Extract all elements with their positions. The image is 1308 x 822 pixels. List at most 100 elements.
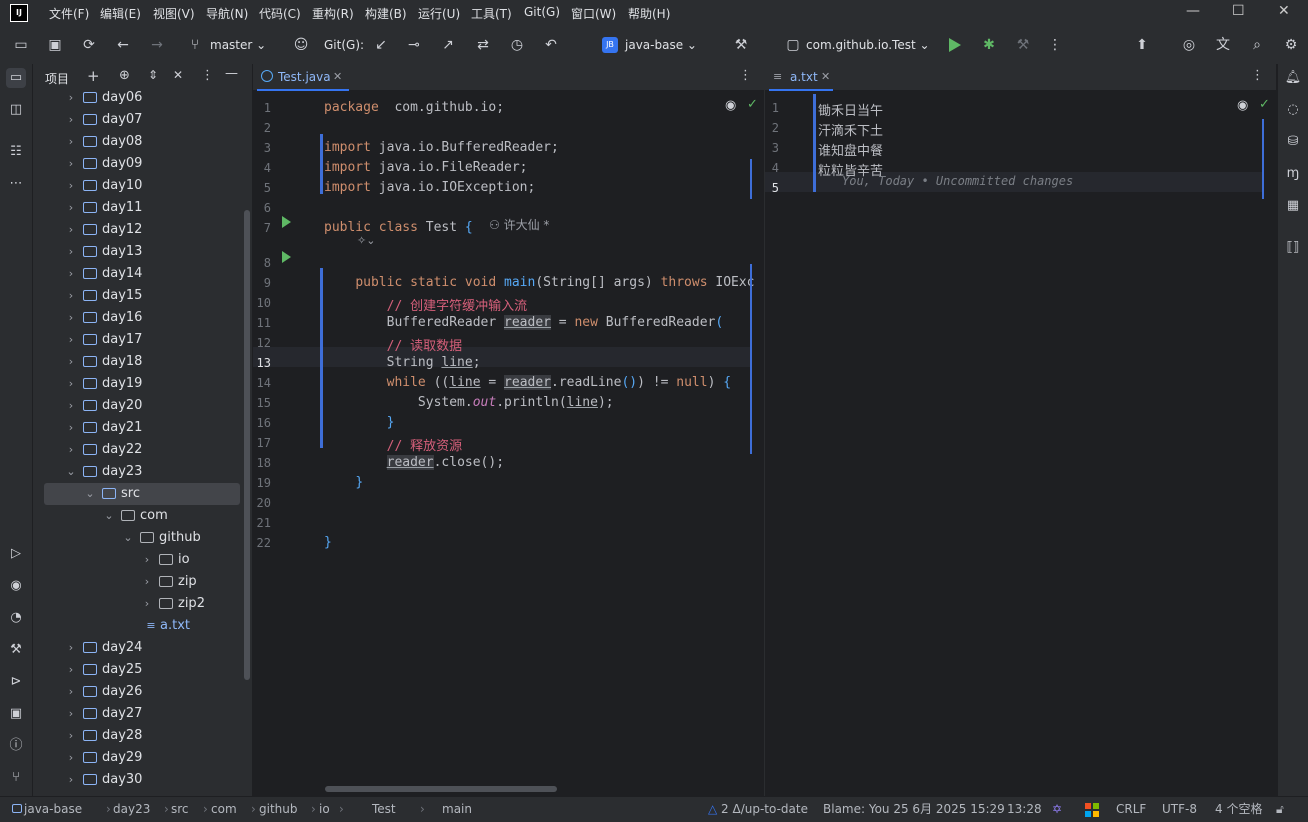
debug-icon[interactable]: ✱ (980, 36, 998, 54)
git-update-icon[interactable]: ↙ (372, 36, 390, 54)
tree-item[interactable]: › day30 (33, 769, 243, 791)
minimize-icon[interactable]: — (1186, 3, 1200, 19)
menu-item[interactable]: 构建(B) (365, 5, 407, 22)
run-icon[interactable] (949, 38, 961, 52)
rollback-icon[interactable]: ↶ (542, 36, 560, 54)
tab-test-java[interactable]: Test.java ✕ (257, 64, 349, 91)
tree-item[interactable]: › io (33, 549, 243, 571)
chevron-right-icon[interactable]: › (66, 769, 76, 791)
menu-item[interactable]: 视图(V) (153, 5, 195, 22)
chevron-right-icon[interactable]: › (66, 219, 76, 241)
breadcrumb-item[interactable]: github (259, 797, 297, 822)
caret-position[interactable]: 13:28 (1007, 797, 1042, 822)
menu-item[interactable]: 帮助(H) (628, 5, 670, 22)
tree-item[interactable]: › day15 (33, 285, 243, 307)
tree-item[interactable]: › day28 (33, 725, 243, 747)
notifications-icon[interactable]: 🔔︎ (1283, 68, 1303, 88)
forward-icon[interactable]: → (148, 36, 166, 54)
chevron-right-icon[interactable]: › (142, 571, 152, 593)
tree-item[interactable]: › day11 (33, 197, 243, 219)
tree-item[interactable]: › day12 (33, 219, 243, 241)
maximize-icon[interactable]: ☐ (1232, 3, 1245, 19)
sync-icon[interactable]: ⟳ (80, 36, 98, 54)
tree-item[interactable]: › zip2 (33, 593, 243, 615)
chevron-right-icon[interactable]: › (66, 681, 76, 703)
more-tools-icon[interactable]: ⋯ (6, 174, 26, 194)
close-tab-icon[interactable]: ✕ (821, 64, 830, 90)
chevron-right-icon[interactable]: › (66, 373, 76, 395)
project-selector[interactable]: java-base ⌄ (625, 26, 697, 64)
tree-item[interactable]: › day10 (33, 175, 243, 197)
project-scrollbar[interactable] (244, 210, 250, 680)
chevron-right-icon[interactable]: › (66, 263, 76, 285)
settings-icon[interactable]: ⚙ (1282, 36, 1300, 54)
menu-item[interactable]: 文件(F) (49, 5, 89, 22)
chevron-down-icon[interactable]: ⌄ (66, 461, 76, 483)
run-tool-icon[interactable]: ▷ (6, 544, 26, 564)
locate-icon[interactable]: ⊕ (119, 68, 130, 83)
tab-options-icon[interactable]: ⋮ (1251, 68, 1264, 83)
menu-item[interactable]: Git(G) (524, 5, 560, 19)
run-main-gutter-icon[interactable] (282, 251, 291, 263)
ai-hint-icon[interactable]: ✧⌄ (357, 234, 375, 247)
tree-item[interactable]: ≡ a.txt (33, 615, 243, 637)
menu-item[interactable]: 导航(N) (206, 5, 248, 22)
breadcrumb-item[interactable]: io (319, 797, 330, 822)
horizontal-scrollbar[interactable] (325, 786, 557, 792)
tree-item[interactable]: › day14 (33, 263, 243, 285)
line-separator[interactable]: CRLF (1116, 797, 1146, 822)
tree-item[interactable]: › day21 (33, 417, 243, 439)
git-tool-icon[interactable]: ⑂ (6, 768, 26, 788)
services-tool-icon[interactable]: ◉ (6, 576, 26, 596)
back-icon[interactable]: ← (114, 36, 132, 54)
chevron-right-icon[interactable]: › (66, 417, 76, 439)
chevron-right-icon[interactable]: › (66, 351, 76, 373)
tree-item[interactable]: › day27 (33, 703, 243, 725)
expand-all-icon[interactable]: ⇕ (148, 68, 158, 82)
tree-item[interactable]: ⌄ src (44, 483, 240, 505)
commit-tool-icon[interactable]: ◫ (6, 100, 26, 120)
tree-item[interactable]: › day06 (33, 87, 243, 109)
close-tab-icon[interactable]: ✕ (333, 64, 342, 90)
build-tool-icon[interactable]: ⚒ (6, 640, 26, 660)
vcs-status[interactable]: △ 2 Δ/up-to-date (708, 797, 808, 822)
tab-options-icon[interactable]: ⋮ (739, 68, 752, 83)
tree-item[interactable]: › day09 (33, 153, 243, 175)
tree-item[interactable]: › day19 (33, 373, 243, 395)
blame-status[interactable]: Blame: You 25 6月 2025 15:29 (823, 797, 1005, 822)
chevron-right-icon[interactable]: › (66, 747, 76, 769)
chevron-right-icon[interactable]: › (66, 241, 76, 263)
tree-item[interactable]: ⌄ com (33, 505, 243, 527)
breadcrumb-item[interactable]: main (442, 797, 472, 822)
menu-item[interactable]: 代码(C) (259, 5, 301, 22)
project-tool-icon[interactable]: ▭ (6, 68, 26, 88)
chevron-right-icon[interactable]: › (66, 725, 76, 747)
breadcrumb-item[interactable]: src (171, 797, 189, 822)
read-only-lock-icon[interactable]: 🔓︎ (1276, 797, 1284, 822)
breadcrumb-item[interactable]: com (211, 797, 237, 822)
hide-panel-icon[interactable]: — (225, 66, 238, 81)
branch-selector[interactable]: master ⌄ (210, 26, 266, 64)
close-window-icon[interactable]: ✕ (1278, 3, 1290, 19)
menu-item[interactable]: 运行(U) (418, 5, 460, 22)
git-merge-icon[interactable]: ⇄ (474, 36, 492, 54)
chevron-right-icon[interactable]: › (66, 703, 76, 725)
database-icon[interactable]: ⛁ (1283, 132, 1303, 152)
tree-item[interactable]: › day08 (33, 131, 243, 153)
run-config-selector[interactable]: com.github.io.Test ⌄ (806, 26, 930, 64)
tree-item[interactable]: ⌄ day23 (33, 461, 243, 483)
more-actions-icon[interactable]: ⋮ (1046, 36, 1064, 54)
open-folder-icon[interactable]: ▭ (12, 36, 30, 54)
chevron-right-icon[interactable]: › (66, 109, 76, 131)
maven-icon[interactable]: ɱ (1283, 164, 1303, 184)
menu-item[interactable]: 工具(T) (471, 5, 512, 22)
chevron-down-icon[interactable]: ⌄ (123, 527, 133, 549)
tree-item[interactable]: › day22 (33, 439, 243, 461)
reader-mode-icon[interactable]: ◉ (725, 98, 736, 113)
breadcrumb-item[interactable]: day23 (113, 797, 150, 822)
structure-tool-icon[interactable]: ☷ (6, 142, 26, 162)
tree-item[interactable]: › day17 (33, 329, 243, 351)
chevron-right-icon[interactable]: › (66, 659, 76, 681)
tree-item[interactable]: › day13 (33, 241, 243, 263)
chevron-right-icon[interactable]: › (66, 285, 76, 307)
